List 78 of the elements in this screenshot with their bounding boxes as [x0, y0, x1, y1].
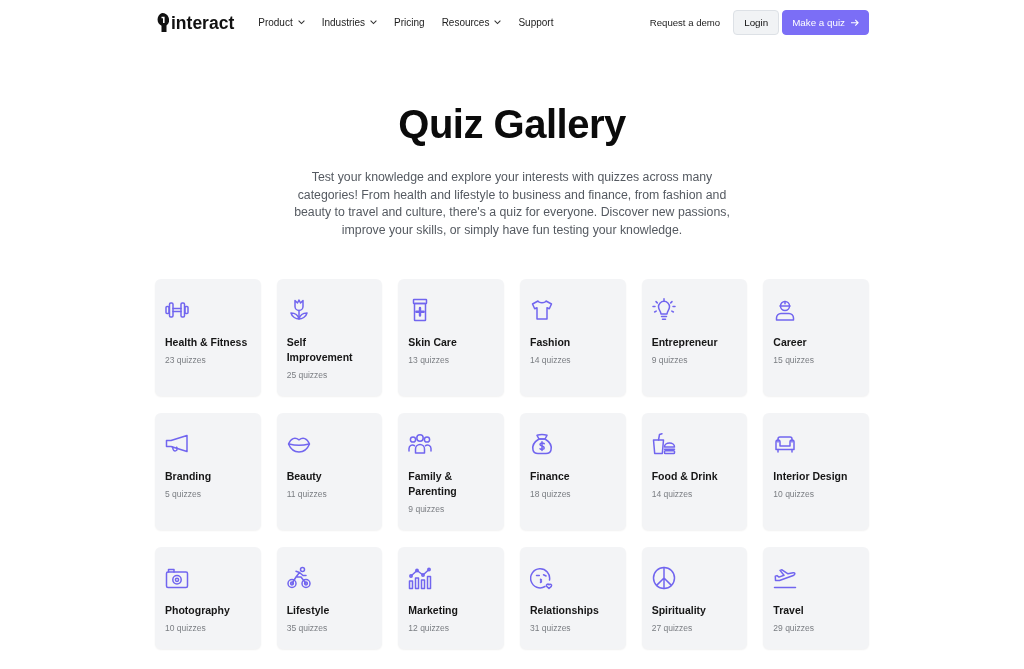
nav-link[interactable]: Support — [518, 17, 554, 28]
category-card[interactable]: Lifestyle 35 quizzes — [276, 547, 383, 649]
group-icon — [408, 432, 433, 456]
category-title: Marketing — [408, 603, 458, 618]
category-card[interactable]: Interior Design 10 quizzes — [763, 413, 869, 530]
cyclist-icon — [286, 566, 311, 590]
quiz-count: 13 quizzes — [408, 354, 449, 366]
quiz-count: 31 quizzes — [530, 622, 571, 634]
nav-link[interactable]: Pricing — [394, 17, 425, 28]
quiz-count: 14 quizzes — [651, 488, 693, 500]
quiz-count: 10 quizzes — [773, 488, 814, 500]
category-card[interactable]: Self Improvement 25 quizzes — [276, 279, 383, 396]
quiz-count: 9 quizzes — [408, 503, 445, 515]
page-title: Quiz Gallery — [397, 101, 627, 147]
bar-chart-icon — [408, 566, 433, 590]
lightbulb-icon — [651, 298, 676, 322]
category-card[interactable]: Fashion 14 quizzes — [520, 279, 626, 396]
category-title: Entrepreneur — [651, 335, 718, 350]
nav-link[interactable]: Industries — [321, 17, 378, 28]
quiz-count: 9 quizzes — [651, 354, 688, 366]
camera-icon — [165, 566, 189, 590]
quiz-count: 10 quizzes — [165, 622, 206, 634]
category-card[interactable]: Branding 5 quizzes — [155, 413, 261, 530]
category-title: Self Improvement — [286, 335, 354, 365]
nav-link[interactable]: Resources — [441, 17, 502, 28]
quiz-count: 25 quizzes — [286, 369, 328, 381]
category-title: Food & Drink — [651, 469, 718, 484]
nav-link[interactable]: Product — [258, 17, 305, 28]
category-card[interactable]: Family & Parenting 9 quizzes — [398, 413, 504, 530]
t-shirt-icon — [530, 298, 554, 322]
category-title: Finance — [530, 469, 570, 484]
make-quiz-button[interactable]: Make a quiz — [782, 10, 869, 35]
category-title: Skin Care — [408, 335, 457, 350]
category-card[interactable]: Photography 10 quizzes — [155, 547, 261, 649]
category-title: Travel — [773, 603, 804, 618]
cup-and-burger-icon — [651, 432, 676, 456]
request-demo-link[interactable]: Request a demo — [649, 17, 721, 28]
quiz-count: 29 quizzes — [773, 622, 814, 634]
quiz-count: 5 quizzes — [165, 488, 201, 500]
arrow-right-icon — [851, 18, 859, 27]
category-title: Family & Parenting — [408, 469, 458, 499]
category-card[interactable]: Entrepreneur 9 quizzes — [641, 279, 748, 396]
quiz-count: 35 quizzes — [286, 622, 328, 634]
kissing-face-icon — [530, 566, 554, 590]
peace-sign-icon — [651, 566, 676, 590]
category-card[interactable]: Marketing 12 quizzes — [398, 547, 504, 649]
category-title: Beauty — [286, 469, 322, 484]
category-title: Lifestyle — [286, 603, 330, 618]
category-card[interactable]: Beauty 11 quizzes — [276, 413, 383, 530]
logo-icon — [155, 13, 169, 32]
page-description: Test your knowledge and explore your interests with quizzes across many categories! From health and lifestyle to business and finance, from fashion and beauty to travel and culture, there's a quiz for everyone. Discover new passions, improve your skills, or simply have fun testing your knowledge. — [293, 169, 731, 239]
category-card[interactable]: Health & Fitness 23 quizzes — [155, 279, 261, 396]
category-card[interactable]: Career 15 quizzes — [763, 279, 869, 396]
category-title: Spirituality — [651, 603, 706, 618]
airplane-takeoff-icon — [773, 566, 798, 590]
logo-wordmark[interactable]: interact — [171, 12, 235, 33]
login-button[interactable]: Login — [733, 10, 780, 35]
category-card[interactable]: Food & Drink 14 quizzes — [641, 413, 748, 530]
category-card[interactable]: Finance 18 quizzes — [520, 413, 626, 530]
category-card[interactable]: Spirituality 27 quizzes — [641, 547, 748, 649]
category-title: Career — [773, 335, 807, 350]
category-card[interactable]: Skin Care 13 quizzes — [398, 279, 504, 396]
category-card[interactable]: Travel 29 quizzes — [763, 547, 869, 649]
category-title: Branding — [165, 469, 212, 484]
quiz-count: 27 quizzes — [651, 622, 693, 634]
quiz-count: 12 quizzes — [408, 622, 449, 634]
category-title: Interior Design — [773, 469, 848, 484]
quiz-count: 15 quizzes — [773, 354, 814, 366]
category-title: Photography — [165, 603, 230, 618]
category-title: Relationships — [530, 603, 599, 618]
quiz-count: 23 quizzes — [165, 354, 206, 366]
category-title: Fashion — [530, 335, 571, 350]
money-bag-icon — [530, 432, 554, 456]
quiz-count: 18 quizzes — [530, 488, 571, 500]
category-title: Health & Fitness — [165, 335, 248, 350]
quiz-count: 14 quizzes — [530, 354, 571, 366]
quiz-count: 11 quizzes — [286, 488, 327, 500]
category-card[interactable]: Relationships 31 quizzes — [520, 547, 626, 649]
